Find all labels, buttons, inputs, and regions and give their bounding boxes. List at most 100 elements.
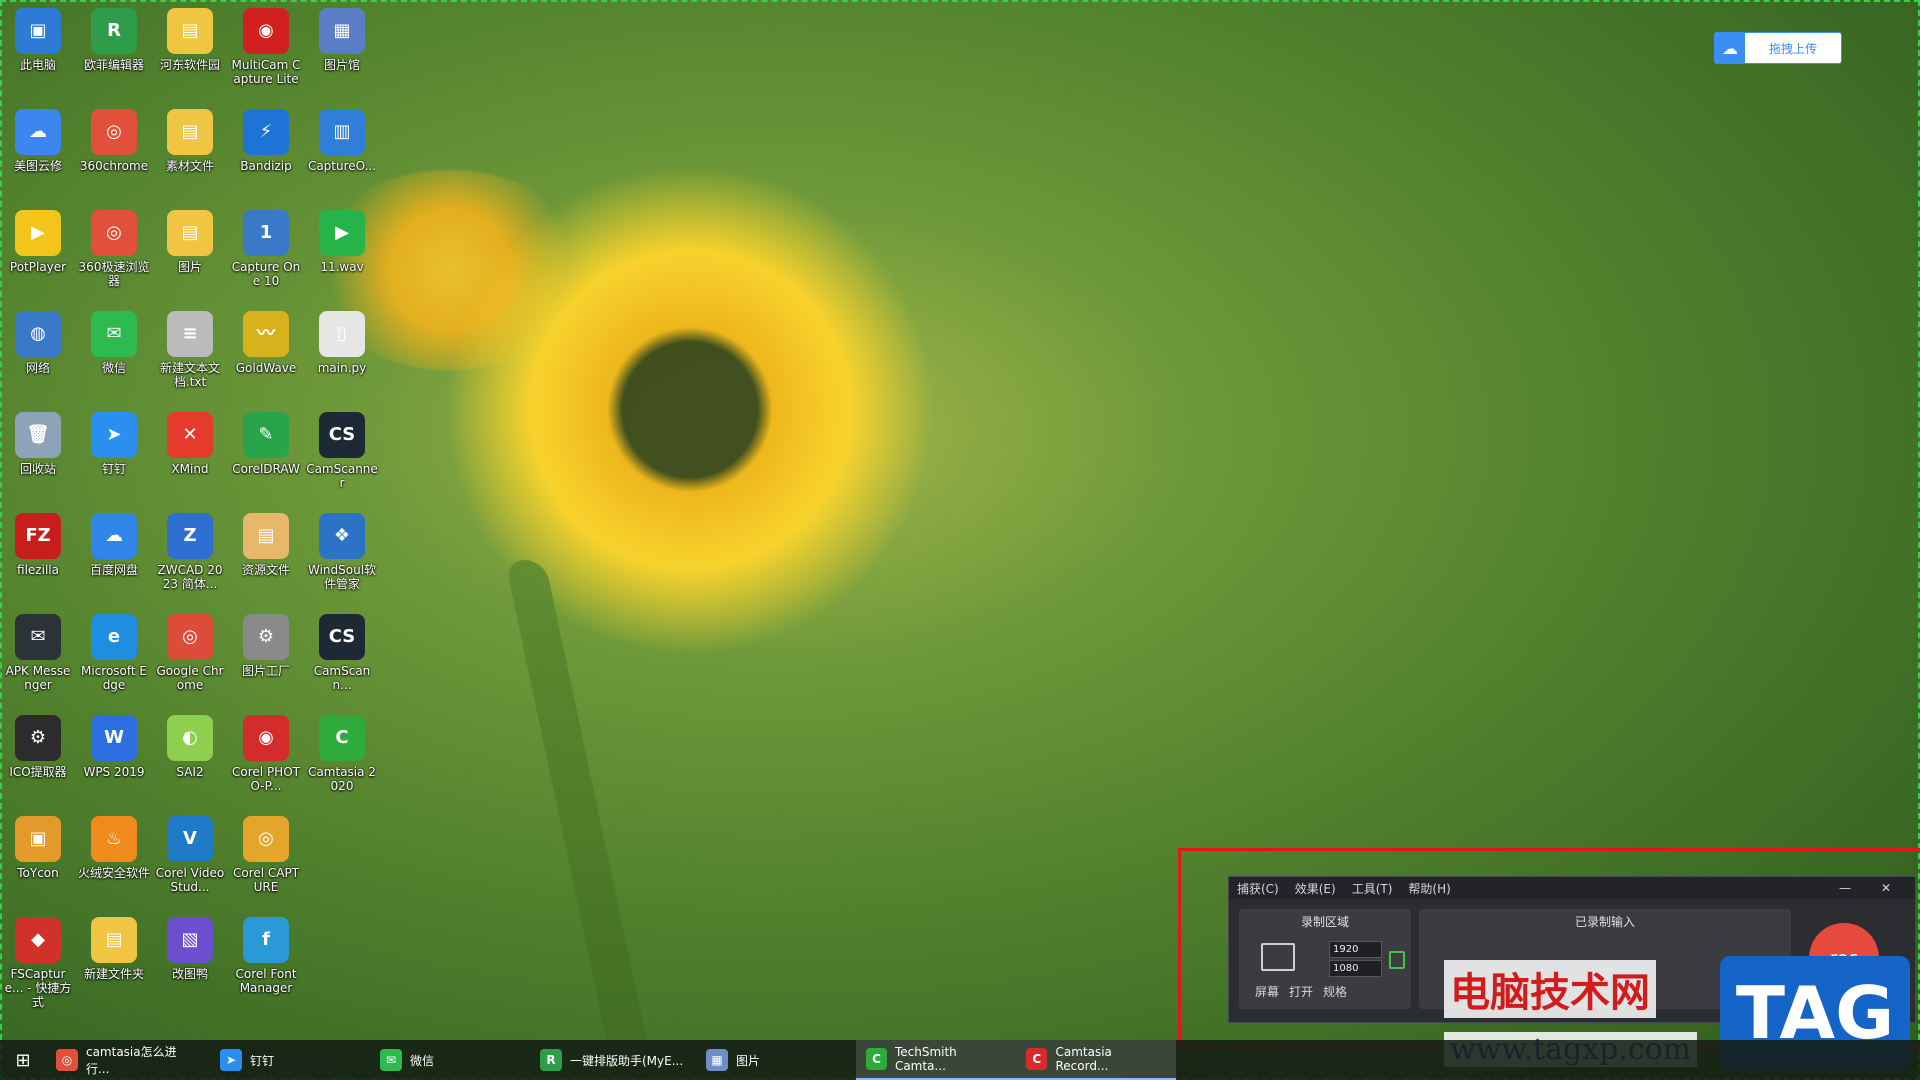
desktop-icon-label: Corel CAPTURE [232, 866, 300, 894]
taskbar-item[interactable]: ✉ 微信 [370, 1040, 530, 1080]
close-icon[interactable]: ✕ [1881, 881, 1891, 895]
desktop-icon[interactable]: ◉ MultiCam Capture Lite [228, 2, 304, 98]
watermark-cn-text: 电脑技术网 [1444, 960, 1656, 1018]
desktop-icon-label: 360chrome [79, 159, 149, 173]
dimension-inputs: 1920 1080 [1329, 941, 1382, 979]
taskbar-item[interactable]: R 一键排版助手(MyE... [530, 1040, 696, 1080]
desktop-icon[interactable]: ▦ 图片馆 [304, 2, 380, 98]
desktop-icon[interactable]: ▥ CaptureO... [304, 103, 380, 199]
width-input[interactable]: 1920 [1329, 941, 1382, 958]
taskbar-item[interactable]: C Camtasia Record... [1016, 1040, 1176, 1080]
app-icon: ◐ [167, 715, 213, 761]
desktop-icon[interactable]: ▶ PotPlayer [0, 204, 76, 300]
desktop-icon[interactable]: ⚙ 图片工厂 [228, 608, 304, 704]
desktop-icon[interactable]: ✉ 微信 [76, 305, 152, 401]
desktop-icon[interactable]: ♨ 火绒安全软件 [76, 810, 152, 906]
desktop-icon-label: 新建文本文档.txt [159, 361, 220, 389]
desktop-icon[interactable]: R 欧菲编辑器 [76, 2, 152, 98]
desktop-icon[interactable]: ▣ ToYcon [0, 810, 76, 906]
cloud-icon: ☁ [1715, 33, 1745, 63]
desktop-icon[interactable]: ◎ 360极速浏览器 [76, 204, 152, 300]
desktop-icon-label: CorelDRAW [232, 462, 300, 476]
desktop-icon-label: 图片 [177, 260, 202, 274]
app-icon: f [243, 917, 289, 963]
app-icon: e [91, 614, 137, 660]
desktop-icon-label: 欧菲编辑器 [83, 58, 144, 72]
taskbar-item[interactable]: ▦ 图片 [696, 1040, 856, 1080]
taskbar-item[interactable]: ◎ camtasia怎么进行... [46, 1040, 210, 1080]
desktop-icon[interactable]: ▤ 图片 [152, 204, 228, 300]
desktop-icon[interactable]: ▤ 新建文件夹 [76, 911, 152, 1007]
desktop-icon[interactable]: CS CamScanner [304, 406, 380, 502]
desktop-icon[interactable]: ▯ main.py [304, 305, 380, 401]
app-icon: ⚙ [243, 614, 289, 660]
desktop-icon[interactable]: ◎ 360chrome [76, 103, 152, 199]
desktop-icon[interactable]: ◎ Corel CAPTURE [228, 810, 304, 906]
app-icon: ▤ [167, 210, 213, 256]
app-icon: ▦ [319, 8, 365, 54]
desktop-icon-label: MultiCam Capture Lite [231, 58, 301, 86]
desktop-icon[interactable]: 🗑 回收站 [0, 406, 76, 502]
app-icon: ✎ [243, 412, 289, 458]
desktop-icon[interactable]: ☁ 百度网盘 [76, 507, 152, 603]
desktop-icon[interactable]: ◍ 网络 [0, 305, 76, 401]
desktop-icon[interactable]: W WPS 2019 [76, 709, 152, 805]
desktop-icon-label: FSCapture... - 快捷方式 [4, 967, 72, 1009]
desktop-icon-label: XMind [171, 462, 209, 476]
desktop-icon[interactable]: ✕ XMind [152, 406, 228, 502]
desktop-icon[interactable]: ◐ SAI2 [152, 709, 228, 805]
menu-capture[interactable]: 捕获(C) [1237, 880, 1279, 897]
drag-upload-button[interactable]: ☁ 拖拽上传 [1714, 32, 1842, 64]
app-icon: Z [167, 513, 213, 559]
desktop-icon[interactable]: ⚡ Bandizip [228, 103, 304, 199]
desktop-icon[interactable]: ⚙ ICO提取器 [0, 709, 76, 805]
desktop-icon[interactable]: ▤ 素材文件 [152, 103, 228, 199]
desktop-icon[interactable]: ✉ APK Messenger [0, 608, 76, 704]
desktop-icon[interactable]: 1 Capture One 10 [228, 204, 304, 300]
desktop-icon-label: 美图云修 [13, 159, 62, 173]
desktop-icon[interactable]: e Microsoft Edge [76, 608, 152, 704]
desktop-icon[interactable]: ≡ 新建文本文档.txt [152, 305, 228, 401]
desktop-icon-label: 图片工厂 [241, 664, 290, 678]
lock-icon[interactable] [1389, 951, 1405, 969]
app-icon: ≡ [167, 311, 213, 357]
desktop-icon[interactable]: ❖ WindSoul软件管家 [304, 507, 380, 603]
app-icon: ▶ [15, 210, 61, 256]
desktop-icon[interactable]: FZ filezilla [0, 507, 76, 603]
desktop-icon[interactable]: f Corel Font Manager [228, 911, 304, 1007]
app-icon: ➤ [91, 412, 137, 458]
desktop-icon[interactable]: ▧ 改图鸭 [152, 911, 228, 1007]
app-icon: ✉ [15, 614, 61, 660]
windows-start-icon[interactable]: ⊞ [0, 1040, 46, 1080]
desktop-icon[interactable]: ▤ 河东软件园 [152, 2, 228, 98]
desktop-icon[interactable]: ◆ FSCapture... - 快捷方式 [0, 911, 76, 1009]
desktop-icon[interactable]: ▤ 资源文件 [228, 507, 304, 603]
desktop-icon[interactable]: ➤ 钉钉 [76, 406, 152, 502]
taskbar-item[interactable]: C TechSmith Camta... [856, 1040, 1016, 1080]
desktop-icon[interactable]: ☁ 美图云修 [0, 103, 76, 199]
desktop-icon[interactable]: ◉ Corel PHOTO-P... [228, 709, 304, 805]
height-input[interactable]: 1080 [1329, 960, 1382, 977]
menu-effects[interactable]: 效果(E) [1295, 880, 1336, 897]
screen-icon[interactable] [1261, 943, 1295, 971]
app-icon: CS [319, 412, 365, 458]
desktop-icon-label: CaptureO... [307, 159, 377, 173]
desktop-icon[interactable]: Z ZWCAD 2023 简体... [152, 507, 228, 603]
app-icon: ▶ [319, 210, 365, 256]
desktop-icon[interactable]: C Camtasia 2020 [304, 709, 380, 805]
menu-help[interactable]: 帮助(H) [1408, 880, 1450, 897]
desktop-icon[interactable]: ✎ CorelDRAW [228, 406, 304, 502]
desktop-icon[interactable]: V Corel VideoStud... [152, 810, 228, 906]
desktop-icon[interactable]: 〰 GoldWave [228, 305, 304, 401]
desktop-icon[interactable]: ▶ 11.wav [304, 204, 380, 300]
taskbar-app-icon: C [1026, 1048, 1048, 1070]
desktop-icon-label: CamScann... [313, 664, 371, 692]
background-sunflower [430, 160, 950, 680]
taskbar-item[interactable]: ➤ 钉钉 [210, 1040, 370, 1080]
minimize-icon[interactable]: — [1839, 881, 1851, 895]
desktop-icon[interactable]: ◎ Google Chrome [152, 608, 228, 704]
app-icon: V [167, 816, 213, 862]
desktop-icon[interactable]: CS CamScann... [304, 608, 380, 704]
desktop-icon[interactable]: ▣ 此电脑 [0, 2, 76, 98]
menu-tools[interactable]: 工具(T) [1352, 880, 1393, 897]
